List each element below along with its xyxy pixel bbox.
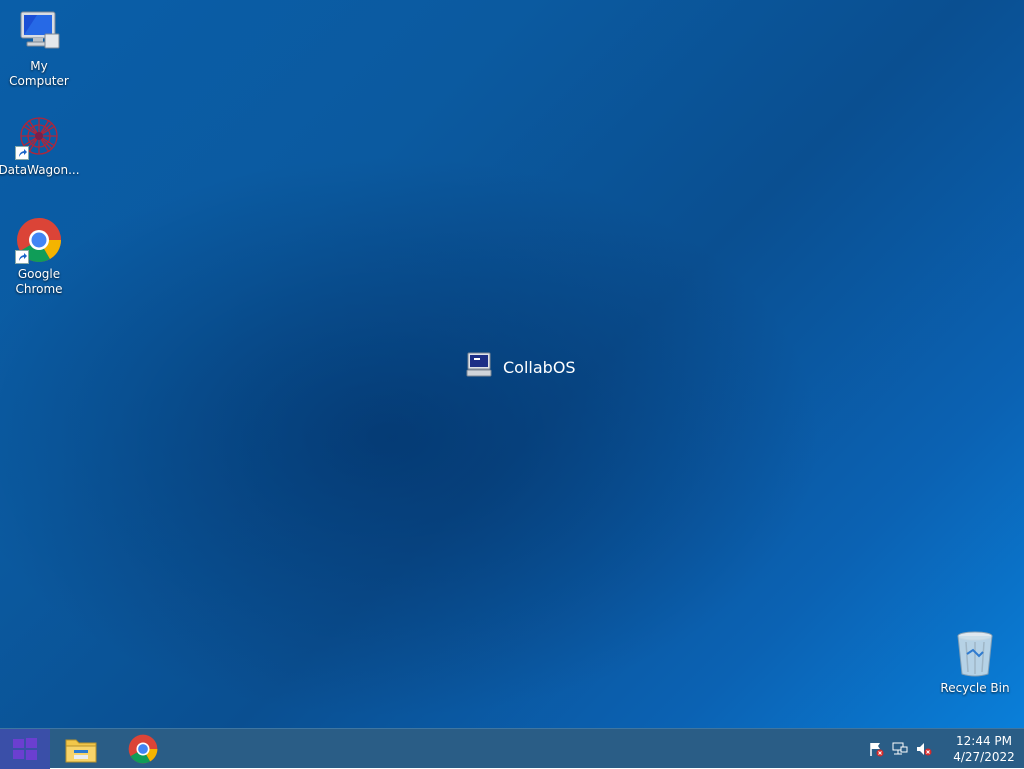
- desktop-icon-my-computer[interactable]: My Computer: [0, 8, 78, 89]
- chrome-icon: [128, 734, 158, 764]
- folder-icon: [65, 739, 97, 763]
- start-button[interactable]: [0, 729, 50, 769]
- windows-logo-icon: [13, 738, 37, 760]
- desktop-icon-label: DataWagon...: [0, 163, 80, 177]
- chrome-icon: [15, 216, 63, 264]
- desktop-icon-label: Recycle Bin: [940, 681, 1010, 695]
- shortcut-arrow-icon: [15, 146, 29, 160]
- desktop-icon-google-chrome[interactable]: Google Chrome: [0, 216, 78, 297]
- desktop-icon-label: Google Chrome: [15, 267, 62, 297]
- datawagon-icon: [15, 112, 63, 160]
- desktop-icon-label: My Computer: [9, 59, 69, 88]
- clock-time: 12:44 PM: [956, 734, 1012, 748]
- desktop-icon-label-line2: Chrome: [15, 282, 63, 296]
- taskbar-file-explorer[interactable]: [56, 729, 106, 769]
- clock-date: 4/27/2022: [953, 750, 1015, 764]
- collabos-label: CollabOS: [465, 352, 576, 382]
- collabos-text: CollabOS: [503, 357, 576, 377]
- taskbar-clock[interactable]: 12:44 PM 4/27/2022: [944, 733, 1024, 765]
- network-icon[interactable]: [892, 741, 908, 757]
- desktop-icon-label-line1: Google: [17, 267, 61, 281]
- taskbar: 12:44 PM 4/27/2022: [0, 728, 1024, 769]
- system-tray: 12:44 PM 4/27/2022: [868, 729, 1024, 769]
- shortcut-arrow-icon: [15, 250, 29, 264]
- recycle-bin-icon: [951, 630, 999, 678]
- desktop-icon-recycle-bin[interactable]: Recycle Bin: [936, 630, 1014, 696]
- desktop: My Computer DataWagon... Google Chrome R…: [0, 0, 1024, 728]
- action-center-flag-icon[interactable]: [868, 741, 884, 757]
- desktop-icon-datawagon[interactable]: DataWagon...: [0, 112, 80, 178]
- collabos-computer-icon: [465, 352, 493, 382]
- volume-muted-icon[interactable]: [916, 741, 932, 757]
- taskbar-google-chrome[interactable]: [118, 729, 168, 769]
- my-computer-icon: [15, 8, 63, 56]
